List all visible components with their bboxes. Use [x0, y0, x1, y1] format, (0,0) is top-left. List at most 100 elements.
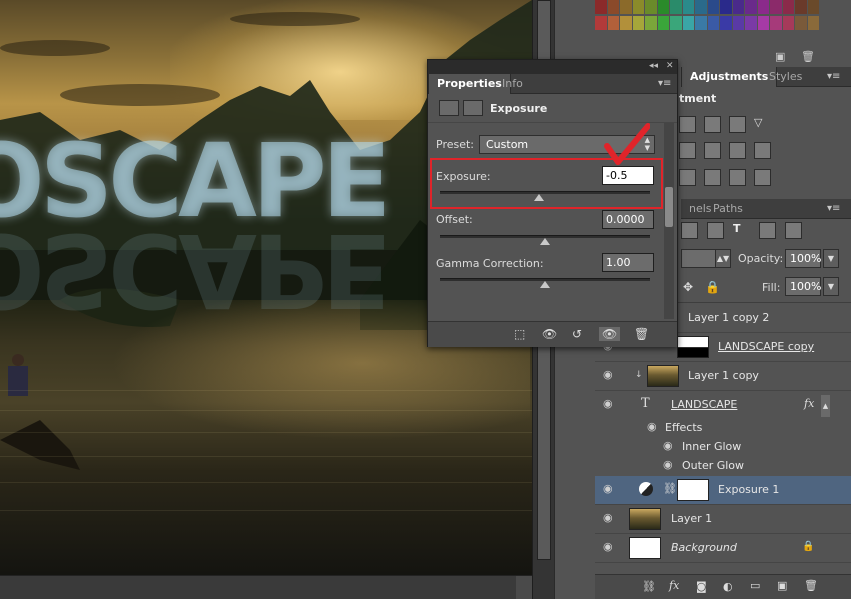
clip-to-layer-icon[interactable]: ⬚: [514, 327, 525, 341]
collapse-icon[interactable]: ◂◂: [649, 61, 658, 71]
eye-icon[interactable]: ◉: [663, 440, 677, 451]
filter-adjustment-icon[interactable]: [707, 222, 724, 239]
eye-icon[interactable]: ◉: [603, 541, 617, 552]
effect-row[interactable]: ◉ Outer Glow: [595, 456, 851, 475]
adjustments-heading: tment: [679, 92, 717, 105]
effect-row[interactable]: ◉ Inner Glow: [595, 437, 851, 456]
selective-color-icon[interactable]: [754, 169, 771, 186]
visibility-icon[interactable]: 👁: [599, 327, 621, 341]
scrollbar-thumb[interactable]: [665, 187, 673, 227]
new-adjustment-icon[interactable]: ◐: [723, 580, 733, 593]
fill-label: Fill:: [762, 281, 781, 294]
layer-thumbnail[interactable]: [629, 508, 661, 530]
properties-scrollbar[interactable]: [664, 123, 674, 319]
eye-icon[interactable]: ◉: [647, 421, 661, 432]
offset-slider[interactable]: [440, 235, 650, 245]
gamma-field[interactable]: 1.00: [602, 253, 654, 272]
eye-icon[interactable]: ◉: [603, 369, 617, 380]
fill-dropdown[interactable]: ▼: [823, 277, 839, 296]
eye-icon[interactable]: ◉: [603, 398, 617, 409]
tab-paths[interactable]: Paths: [705, 199, 751, 219]
eye-icon[interactable]: ◉: [603, 512, 617, 523]
opacity-dropdown[interactable]: ▼: [823, 249, 839, 268]
landscape-text-reflection: OSCAPE: [0, 210, 387, 329]
link-icon[interactable]: ⛓: [663, 482, 677, 495]
layer-mask-thumbnail[interactable]: [677, 336, 709, 358]
exposure-icon[interactable]: [439, 100, 459, 116]
curves-icon[interactable]: [679, 116, 696, 133]
swatches-panel[interactable]: [595, 0, 825, 32]
lock-all-icon[interactable]: 🔒: [705, 280, 720, 294]
adjustment-icons-row-1: ▽: [679, 116, 771, 133]
layer-row[interactable]: ◉ ↓ Layer 1 copy: [595, 362, 851, 391]
photo-filter-icon[interactable]: [704, 142, 721, 159]
gradient-map-icon[interactable]: ▽: [754, 116, 771, 133]
effects-row[interactable]: ◉ Effects: [595, 418, 851, 437]
delete-swatch-icon[interactable]: 🗑: [801, 50, 815, 63]
expand-effects-icon[interactable]: ▲: [821, 395, 830, 417]
delete-layer-icon[interactable]: 🗑: [804, 579, 818, 592]
invert-icon[interactable]: [679, 169, 696, 186]
color-lookup-icon[interactable]: [754, 142, 771, 159]
panel-title-strip[interactable]: ◂◂ ✕: [428, 60, 677, 74]
levels-icon[interactable]: [729, 116, 746, 133]
filter-type-icon[interactable]: T: [733, 222, 750, 239]
fx-icon[interactable]: fx: [804, 397, 814, 410]
exposure-adjust-icon[interactable]: [704, 116, 721, 133]
slider-knob[interactable]: [540, 281, 550, 288]
lock-position-icon[interactable]: ✥: [683, 280, 693, 294]
properties-panel[interactable]: ◂◂ ✕ Properties Info ▾≡ Exposure Preset:…: [427, 59, 678, 347]
layer-row[interactable]: ◉ Layer 1: [595, 505, 851, 534]
layer-thumbnail[interactable]: [647, 365, 679, 387]
swatch[interactable]: [595, 0, 607, 14]
posterize-icon[interactable]: [704, 169, 721, 186]
filter-smart-icon[interactable]: [785, 222, 802, 239]
fx-icon[interactable]: fx: [669, 579, 679, 592]
mask-icon[interactable]: [463, 100, 483, 116]
panel-menu-icon[interactable]: ▾≡: [827, 71, 840, 82]
fill-field[interactable]: 100%: [785, 277, 821, 296]
lock-icon: 🔒: [802, 541, 815, 552]
panel-menu-icon[interactable]: ▾≡: [827, 203, 840, 214]
filter-shape-icon[interactable]: [759, 222, 776, 239]
layer-mask-thumbnail[interactable]: [677, 479, 709, 501]
adjustments-tabbar: Adjustments Styles ▾≡: [681, 67, 851, 87]
properties-tabbar: Properties Info ▾≡: [428, 74, 677, 94]
layer-name: Background: [671, 541, 737, 554]
filter-pixel-icon[interactable]: [681, 222, 698, 239]
panel-menu-icon[interactable]: ▾≡: [658, 78, 671, 89]
slider-knob[interactable]: [540, 238, 550, 245]
threshold-icon[interactable]: [729, 169, 746, 186]
layer-name: LANDSCAPE copy: [718, 340, 815, 353]
opacity-field[interactable]: 100%: [785, 249, 821, 268]
effect-name: Inner Glow: [682, 440, 742, 453]
new-layer-icon[interactable]: ▣: [777, 579, 787, 592]
gamma-slider[interactable]: [440, 278, 650, 288]
reset-icon[interactable]: ↺: [572, 327, 582, 341]
layer-row-selected[interactable]: ◉ ⛓ Exposure 1: [595, 476, 851, 505]
opacity-label: Opacity:: [738, 252, 784, 265]
channel-mixer-icon[interactable]: [729, 142, 746, 159]
layers-tabbar: nels Paths ▾≡: [681, 199, 851, 219]
tab-styles[interactable]: Styles: [761, 67, 810, 87]
delete-icon[interactable]: 🗑: [634, 327, 649, 341]
chevron-down-icon[interactable]: ▲▼: [715, 249, 731, 268]
tab-info[interactable]: Info: [494, 74, 531, 94]
preset-label: Preset:: [436, 138, 475, 151]
eye-icon[interactable]: ◉: [603, 483, 617, 494]
view-previous-icon[interactable]: 👁: [542, 327, 557, 341]
new-group-icon[interactable]: ▭: [750, 579, 760, 592]
new-swatch-icon[interactable]: ▣: [775, 50, 785, 63]
layer-name: Layer 1 copy 2: [688, 311, 770, 324]
close-icon[interactable]: ✕: [666, 61, 674, 71]
offset-field[interactable]: 0.0000: [602, 210, 654, 229]
link-layers-icon[interactable]: ⛓: [642, 580, 656, 593]
black-white-icon[interactable]: [679, 142, 696, 159]
layer-thumbnail[interactable]: [629, 537, 661, 559]
layer-row[interactable]: ◉ Background 🔒: [595, 534, 851, 563]
horizontal-scrollbar[interactable]: [0, 575, 532, 599]
adjustment-layer-icon: [639, 482, 653, 496]
add-mask-icon[interactable]: ◙: [696, 580, 707, 593]
eye-icon[interactable]: ◉: [663, 459, 677, 470]
layer-row[interactable]: ◉ T LANDSCAPE fx ▲: [595, 391, 851, 420]
